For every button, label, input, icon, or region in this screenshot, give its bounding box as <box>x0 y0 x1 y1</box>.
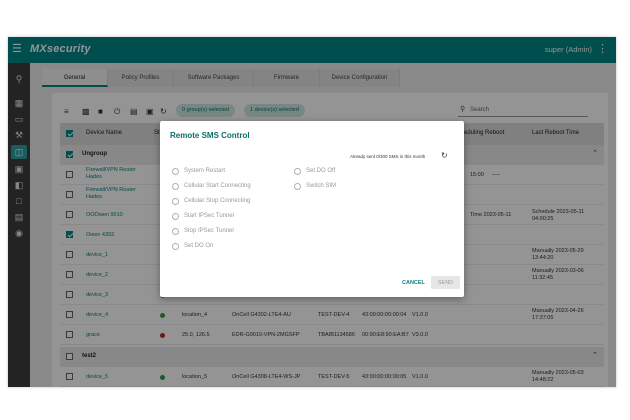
option-label: Stop IPSec Tunnel <box>184 228 234 234</box>
option-label: Set DO On <box>184 243 214 249</box>
cancel-button[interactable]: CANCEL <box>402 280 425 286</box>
option-label: Cellular Start Connecting <box>184 183 251 189</box>
radio-button[interactable] <box>172 168 179 175</box>
option-label: Cellular Stop Connecting <box>184 198 251 204</box>
remote-sms-control-dialog: Remote SMS Control Already sent 0/300 SM… <box>160 121 464 297</box>
radio-button[interactable] <box>294 168 301 175</box>
app-window: ☰ MXsecurity super (Admin) ⋮ ⚲ ▦ ▭ ⚒ ◫ ▣… <box>8 37 616 387</box>
option-label: Switch SIM <box>306 183 337 189</box>
dialog-title: Remote SMS Control <box>170 131 250 140</box>
option-label: System Restart <box>184 168 226 174</box>
radio-button[interactable] <box>172 228 179 235</box>
radio-button[interactable] <box>172 183 179 190</box>
send-button[interactable]: SEND <box>431 276 460 289</box>
option-label: Start IPSec Tunnel <box>184 213 235 219</box>
sms-sent-counter: Already sent 0/300 SMS in this month <box>350 154 426 159</box>
radio-button[interactable] <box>172 198 179 205</box>
refresh-icon[interactable]: ↻ <box>441 151 448 160</box>
radio-button[interactable] <box>294 183 301 190</box>
radio-button[interactable] <box>172 243 179 250</box>
option-label: Set DO Off <box>306 168 336 174</box>
radio-button[interactable] <box>172 213 179 220</box>
